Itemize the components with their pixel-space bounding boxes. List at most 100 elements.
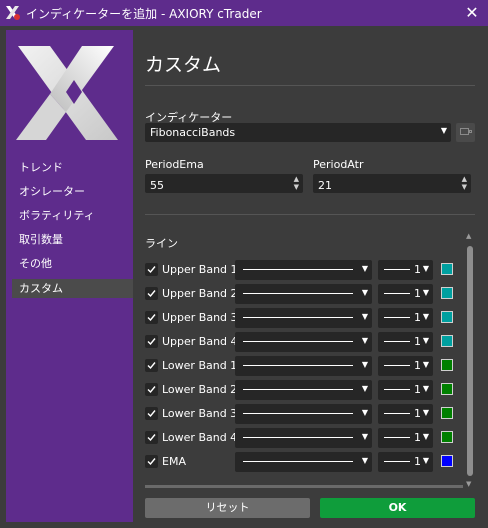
line-checkbox[interactable] <box>145 431 158 444</box>
period-atr-input[interactable]: 21 ▲ ▼ <box>313 174 471 193</box>
line-row: Upper Band 2 ▼ 1 ▼ <box>145 284 463 304</box>
close-button[interactable]: ✕ <box>456 0 488 26</box>
line-color-swatch[interactable] <box>441 263 453 275</box>
spin-down-icon[interactable]: ▼ <box>294 183 299 191</box>
line-style-preview <box>243 413 353 414</box>
line-color-swatch[interactable] <box>441 359 453 371</box>
chevron-down-icon: ▼ <box>361 384 368 393</box>
line-width-select[interactable]: 1 ▼ <box>378 356 433 376</box>
line-checkbox[interactable] <box>145 383 158 396</box>
title-bar: インディケーターを追加 - AXIORY cTrader ✕ <box>0 0 488 26</box>
sidebar-item-volatility[interactable]: ボラティリティ <box>12 206 133 225</box>
chevron-down-icon: ▼ <box>361 336 368 345</box>
line-label: Upper Band 4 <box>162 335 238 348</box>
line-row: Upper Band 3 ▼ 1 ▼ <box>145 308 463 328</box>
line-checkbox[interactable] <box>145 455 158 468</box>
scroll-up-icon[interactable]: ▲ <box>466 232 471 240</box>
line-style-select[interactable]: ▼ <box>235 452 372 472</box>
line-style-select[interactable]: ▼ <box>235 356 372 376</box>
line-label: Upper Band 1 <box>162 263 238 276</box>
line-width-value: 1 <box>414 311 421 324</box>
line-width-select[interactable]: 1 ▼ <box>378 404 433 424</box>
line-width-select[interactable]: 1 ▼ <box>378 380 433 400</box>
checkmark-icon <box>147 362 156 370</box>
line-row: Lower Band 4 ▼ 1 ▼ <box>145 428 463 448</box>
line-row: Upper Band 4 ▼ 1 ▼ <box>145 332 463 352</box>
line-style-select[interactable]: ▼ <box>235 308 372 328</box>
line-color-swatch[interactable] <box>441 335 453 347</box>
line-width-select[interactable]: 1 ▼ <box>378 452 433 472</box>
divider <box>145 214 475 215</box>
sidebar-item-trend[interactable]: トレンド <box>12 158 133 177</box>
scroll-down-icon[interactable]: ▼ <box>466 480 471 488</box>
indicator-value: FibonacciBands <box>150 126 236 139</box>
chevron-down-icon: ▼ <box>361 432 368 441</box>
line-style-select[interactable]: ▼ <box>235 332 372 352</box>
spin-up-icon[interactable]: ▲ <box>462 175 467 183</box>
sidebar-item-volume[interactable]: 取引数量 <box>12 230 133 249</box>
line-label: Lower Band 1 <box>162 359 238 372</box>
line-width-select[interactable]: 1 ▼ <box>378 284 433 304</box>
sidebar: トレンド オシレーター ボラティリティ 取引数量 その他 カスタム <box>6 30 133 522</box>
checkmark-icon <box>147 338 156 346</box>
reset-button[interactable]: リセット <box>145 498 310 518</box>
line-checkbox[interactable] <box>145 287 158 300</box>
scroll-thumb[interactable] <box>467 246 473 476</box>
external-link-button[interactable] <box>456 123 475 142</box>
checkmark-icon <box>147 458 156 466</box>
line-style-select[interactable]: ▼ <box>235 380 372 400</box>
chevron-down-icon: ▼ <box>361 288 368 297</box>
lines-label: ライン <box>145 237 178 250</box>
vertical-scrollbar[interactable]: ▲ ▼ <box>465 232 475 492</box>
line-width-select[interactable]: 1 ▼ <box>378 428 433 448</box>
line-style-select[interactable]: ▼ <box>235 260 372 280</box>
checkmark-icon <box>147 314 156 322</box>
line-style-select[interactable]: ▼ <box>235 428 372 448</box>
line-checkbox[interactable] <box>145 263 158 276</box>
chevron-down-icon: ▼ <box>422 408 429 417</box>
period-ema-value: 55 <box>150 179 164 192</box>
indicator-select[interactable]: FibonacciBands ▼ <box>145 123 451 142</box>
line-color-swatch[interactable] <box>441 407 453 419</box>
line-width-preview <box>384 317 410 318</box>
chevron-down-icon: ▼ <box>361 408 368 417</box>
line-style-select[interactable]: ▼ <box>235 284 372 304</box>
close-icon[interactable]: ✕ <box>465 3 478 22</box>
line-width-select[interactable]: 1 ▼ <box>378 260 433 280</box>
ok-button[interactable]: OK <box>320 498 475 518</box>
line-color-swatch[interactable] <box>441 287 453 299</box>
line-width-select[interactable]: 1 ▼ <box>378 332 433 352</box>
line-color-swatch[interactable] <box>441 383 453 395</box>
period-ema-input[interactable]: 55 ▲ ▼ <box>145 174 303 193</box>
line-width-preview <box>384 389 410 390</box>
line-width-select[interactable]: 1 ▼ <box>378 308 433 328</box>
param-label-period-atr: PeriodAtr <box>313 158 364 171</box>
line-width-preview <box>384 461 410 462</box>
chevron-down-icon: ▼ <box>422 264 429 273</box>
spin-down-icon[interactable]: ▼ <box>462 183 467 191</box>
line-checkbox[interactable] <box>145 311 158 324</box>
line-style-preview <box>243 293 353 294</box>
spin-up-icon[interactable]: ▲ <box>294 175 299 183</box>
line-color-swatch[interactable] <box>441 455 453 467</box>
line-label: Upper Band 2 <box>162 287 238 300</box>
sidebar-item-other[interactable]: その他 <box>12 254 133 273</box>
horizontal-scrollbar[interactable] <box>145 485 463 488</box>
line-checkbox[interactable] <box>145 407 158 420</box>
line-width-value: 1 <box>414 335 421 348</box>
chevron-down-icon: ▼ <box>422 384 429 393</box>
sidebar-item-oscillator[interactable]: オシレーター <box>12 182 133 201</box>
line-style-preview <box>243 317 353 318</box>
line-width-value: 1 <box>414 383 421 396</box>
line-color-swatch[interactable] <box>441 431 453 443</box>
line-width-preview <box>384 293 410 294</box>
sidebar-item-custom[interactable]: カスタム <box>12 279 133 298</box>
line-color-swatch[interactable] <box>441 311 453 323</box>
line-checkbox[interactable] <box>145 359 158 372</box>
line-style-select[interactable]: ▼ <box>235 404 372 424</box>
line-width-preview <box>384 341 410 342</box>
window-icon <box>460 128 469 135</box>
chevron-down-icon: ▼ <box>361 312 368 321</box>
line-width-preview <box>384 269 410 270</box>
line-checkbox[interactable] <box>145 335 158 348</box>
